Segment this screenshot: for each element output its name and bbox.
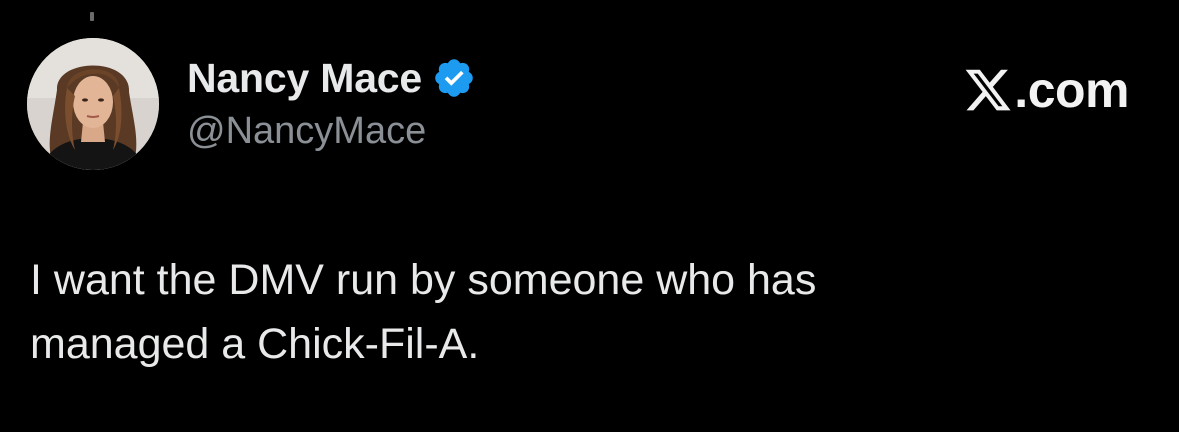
verified-badge-icon bbox=[432, 56, 476, 100]
x-logo-icon bbox=[963, 65, 1013, 115]
avatar[interactable] bbox=[27, 38, 159, 170]
scroll-indicator bbox=[90, 12, 94, 21]
tweet-text: I want the DMV run by someone who has ma… bbox=[30, 256, 817, 368]
tweet-card: Nancy Mace @NancyMace .com I want the DM… bbox=[0, 0, 1179, 432]
author-block: Nancy Mace @NancyMace bbox=[187, 52, 476, 153]
display-name[interactable]: Nancy Mace bbox=[187, 55, 422, 102]
x-brand[interactable]: .com bbox=[963, 62, 1129, 118]
x-domain-suffix: .com bbox=[1014, 62, 1129, 118]
profile-photo bbox=[27, 38, 159, 170]
handle[interactable]: @NancyMace bbox=[187, 110, 476, 153]
name-row: Nancy Mace bbox=[187, 52, 476, 104]
